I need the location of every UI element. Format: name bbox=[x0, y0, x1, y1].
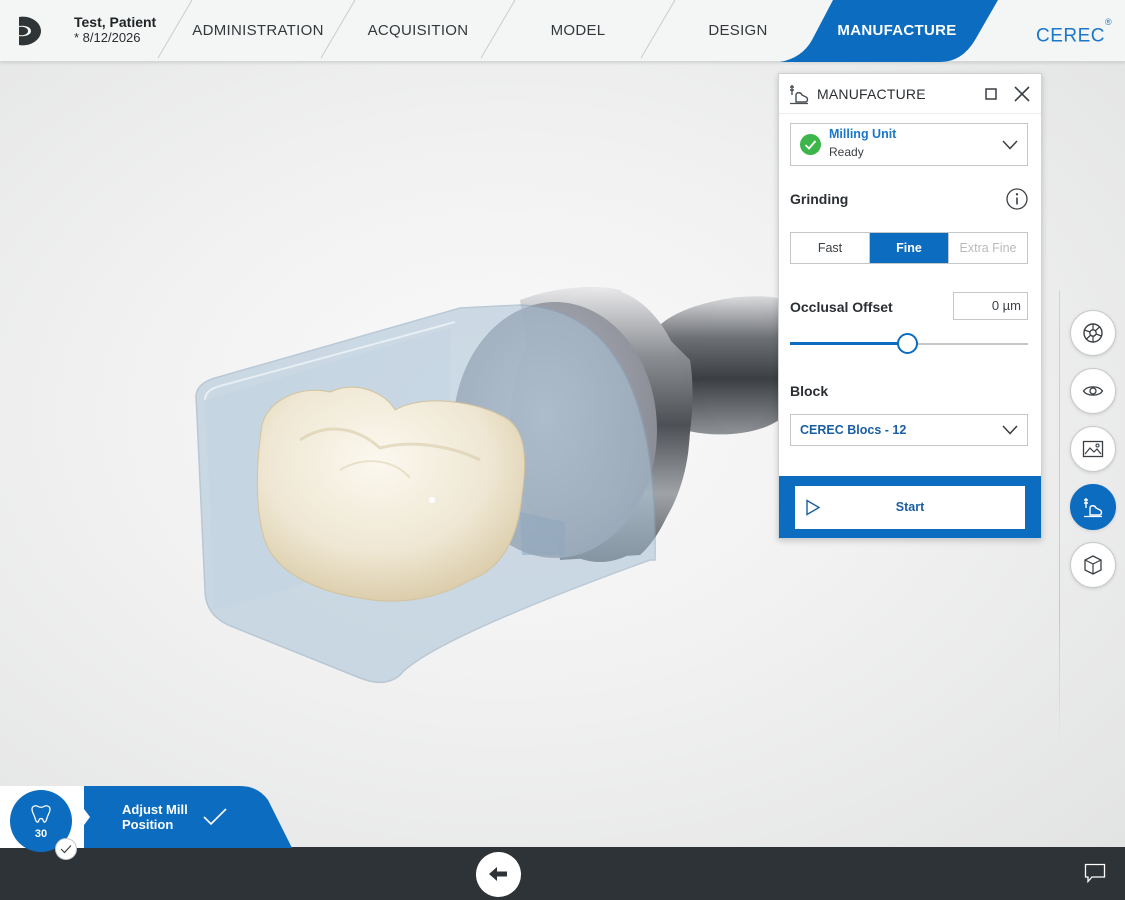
grinding-label: Grinding bbox=[790, 191, 849, 207]
image-view-icon bbox=[1082, 440, 1104, 458]
milling-icon bbox=[1084, 498, 1103, 518]
tab-design[interactable]: DESIGN bbox=[668, 0, 808, 62]
panel-title: MANUFACTURE bbox=[817, 86, 926, 102]
slider-fill bbox=[790, 342, 907, 345]
close-icon[interactable] bbox=[1013, 85, 1031, 103]
step-label-line2: Position bbox=[122, 817, 174, 832]
milling-icon bbox=[790, 85, 809, 105]
panel-header: MANUFACTURE bbox=[779, 74, 1041, 114]
brand-mark: ® bbox=[1105, 17, 1113, 27]
3d-box-button[interactable] bbox=[1070, 542, 1116, 588]
slider-thumb[interactable] bbox=[896, 333, 918, 354]
block-label: Block bbox=[790, 383, 829, 399]
grinding-option-fast[interactable]: Fast bbox=[791, 233, 870, 263]
workflow-step: 30 Adjust Mill Position bbox=[0, 786, 300, 860]
grinding-mode-selector: Fast Fine Extra Fine bbox=[790, 232, 1028, 264]
checkmark-icon bbox=[60, 845, 72, 854]
brand-logo: CEREC® bbox=[1036, 0, 1112, 62]
step-label: Adjust Mill Position bbox=[122, 802, 202, 832]
tab-manufacture[interactable]: MANUFACTURE bbox=[826, 0, 968, 62]
visibility-button[interactable] bbox=[1070, 368, 1116, 414]
block-dropdown[interactable]: CEREC Blocs - 12 bbox=[790, 414, 1028, 446]
chat-icon[interactable] bbox=[1084, 863, 1106, 883]
occlusal-offset-field[interactable]: 0 µm bbox=[953, 292, 1028, 320]
chevron-down-icon bbox=[1002, 425, 1018, 435]
arrow-left-icon bbox=[489, 867, 507, 881]
milling-unit-dropdown[interactable]: Milling Unit Ready bbox=[790, 123, 1028, 166]
top-navigation-bar: Test, Patient * 8/12/2026 ADMINISTRATION… bbox=[0, 0, 1125, 62]
start-area: Start bbox=[779, 476, 1041, 538]
toolbar-divider bbox=[1059, 290, 1060, 750]
tab-administration[interactable]: ADMINISTRATION bbox=[188, 0, 328, 62]
maximize-icon[interactable] bbox=[984, 87, 998, 101]
milling-unit-status: Ready bbox=[829, 145, 864, 159]
grinding-option-fine[interactable]: Fine bbox=[870, 233, 949, 263]
start-button[interactable]: Start bbox=[795, 486, 1025, 529]
confirm-step-icon[interactable] bbox=[203, 807, 227, 827]
status-ok-icon bbox=[800, 134, 821, 155]
step-label-line1: Adjust Mill bbox=[122, 802, 188, 817]
info-icon[interactable] bbox=[1006, 188, 1028, 210]
image-view-button[interactable] bbox=[1070, 426, 1116, 472]
grinding-option-extra-fine[interactable]: Extra Fine bbox=[949, 233, 1027, 263]
brand-name: CEREC bbox=[1036, 25, 1106, 47]
manufacture-panel: MANUFACTURE Milling Unit Ready Grinding … bbox=[778, 73, 1042, 539]
chevron-down-icon bbox=[1002, 140, 1018, 150]
cube-icon bbox=[1084, 555, 1102, 575]
milling-view-button[interactable] bbox=[1070, 484, 1116, 530]
block-selected-value: CEREC Blocs - 12 bbox=[800, 423, 907, 437]
tab-model[interactable]: MODEL bbox=[508, 0, 648, 62]
occlusal-offset-slider[interactable] bbox=[790, 332, 1028, 356]
tab-acquisition[interactable]: ACQUISITION bbox=[348, 0, 488, 62]
step-complete-badge bbox=[55, 838, 77, 860]
restoration-wheel-icon bbox=[1083, 323, 1103, 343]
start-label: Start bbox=[895, 500, 925, 514]
milling-unit-label: Milling Unit bbox=[829, 127, 897, 141]
occlusal-offset-label: Occlusal Offset bbox=[790, 299, 893, 315]
bottom-bar bbox=[0, 847, 1125, 900]
restoration-wheel-button[interactable] bbox=[1070, 310, 1116, 356]
back-button[interactable] bbox=[476, 852, 521, 897]
tooth-icon bbox=[31, 805, 51, 823]
eye-icon bbox=[1082, 386, 1104, 396]
